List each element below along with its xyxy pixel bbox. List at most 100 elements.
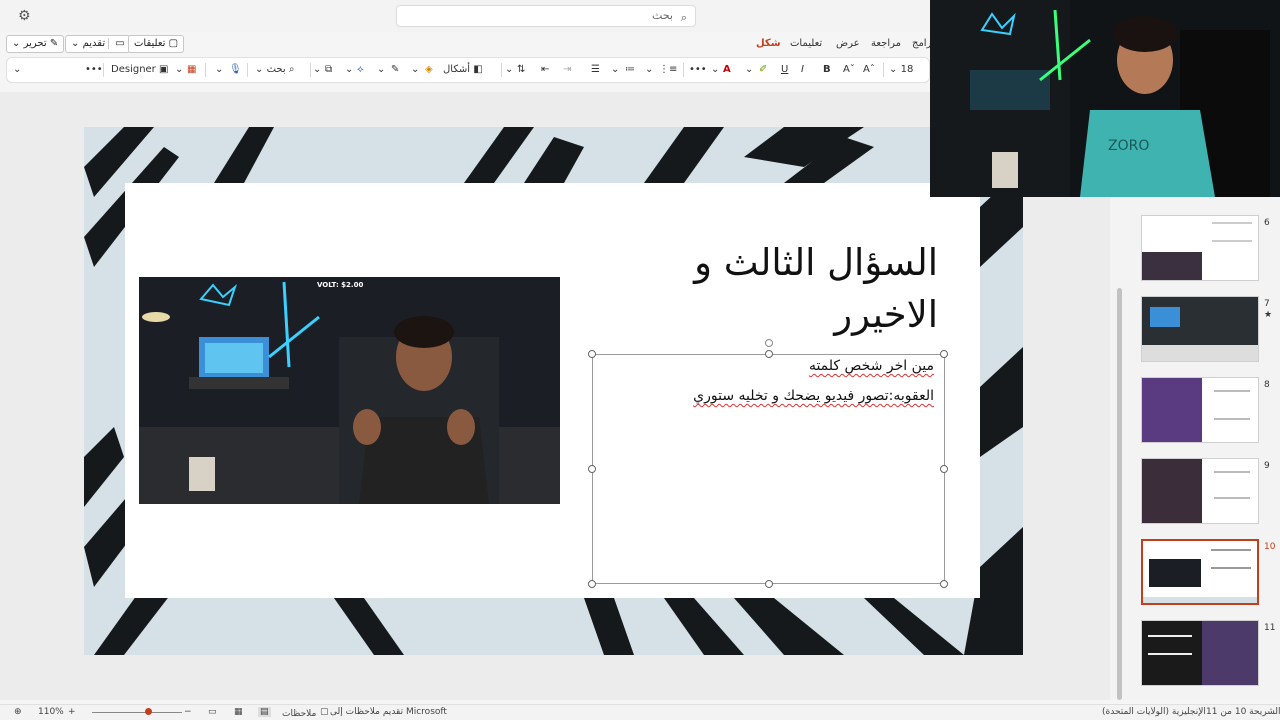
tab-review[interactable]: مراجعة <box>871 38 901 49</box>
align-icon[interactable]: ☰ <box>591 63 600 77</box>
thumbnail-slide-6[interactable] <box>1141 215 1259 281</box>
zoom-slider[interactable] <box>92 712 182 713</box>
chevron-down-icon[interactable]: ⌄ <box>313 63 321 77</box>
gaming-room-image <box>139 277 560 504</box>
search-placeholder: بحث <box>652 9 673 22</box>
presentation-view-icon[interactable]: ▭ <box>208 707 217 717</box>
more-options-icon[interactable]: ••• <box>85 63 103 77</box>
present-button[interactable]: ⌄ تقديم ▭ <box>65 35 131 53</box>
zoom-in-icon[interactable]: + <box>68 707 76 717</box>
numbering-icon[interactable]: ≔ <box>625 63 635 77</box>
chevron-down-icon[interactable]: ⌄ <box>411 63 419 77</box>
resize-handle[interactable] <box>940 465 948 473</box>
designer-button[interactable]: Designer ▣ <box>111 63 168 77</box>
comment-icon: ▢ <box>168 38 179 49</box>
font-color-icon[interactable]: A <box>723 63 731 77</box>
thumbnail-number: 11 <box>1264 623 1276 633</box>
resize-handle[interactable] <box>765 580 773 588</box>
chevron-down-icon[interactable]: ⌄ <box>745 63 753 77</box>
thumbnail-number: 8 <box>1264 380 1270 390</box>
chevron-down-icon[interactable]: ⌄ <box>175 63 183 77</box>
fit-icon[interactable]: ⊕ <box>14 707 22 717</box>
search-input[interactable]: ⌕ بحث <box>396 5 696 27</box>
chevron-down-icon[interactable]: ⌄ <box>377 63 385 77</box>
decrease-indent-icon[interactable]: ⇤ <box>541 63 549 77</box>
slide-counter: الشريحة 10 من 11 <box>1206 707 1280 717</box>
chevron-down-icon[interactable]: ⌄ <box>645 63 653 77</box>
feedback-link[interactable]: تقديم ملاحظات إلى Microsoft <box>330 707 447 717</box>
star-icon: ★ <box>1264 310 1273 320</box>
thumbnail-scrollbar[interactable] <box>1117 288 1122 700</box>
chevron-down-icon[interactable]: ⌄ <box>345 63 353 77</box>
resize-handle[interactable] <box>940 580 948 588</box>
bold-icon[interactable]: B <box>823 63 831 77</box>
resize-handle[interactable] <box>765 350 773 358</box>
microphone-icon[interactable]: 🎙 <box>229 63 242 77</box>
text-direction-icon[interactable]: ⇅ <box>517 63 525 77</box>
zoom-level[interactable]: 110% <box>38 707 64 717</box>
gear-icon[interactable]: ⚙ <box>18 8 34 24</box>
slide-title-line1: السؤال الثالث و <box>694 241 938 284</box>
ribbon-expand-icon[interactable]: ⌄ <box>13 63 21 77</box>
thumbnail-slide-9[interactable] <box>1141 458 1259 524</box>
decrease-font-icon[interactable]: Aˇ <box>843 63 855 77</box>
screen-icon: ▭ <box>115 38 125 49</box>
powerpoint-window: ⚙ ⌕ بحث ⌄ تحرير ✎ ⌄ تقديم ▭ تعليقات ▢ شك… <box>0 0 1280 720</box>
body-line-2: العقوبه:تصور فيديو يضحك و تخليه ستوري <box>693 388 934 404</box>
edit-label: تحرير <box>23 38 47 49</box>
chevron-down-icon[interactable]: ⌄ <box>215 63 223 77</box>
chevron-down-icon[interactable]: ⌄ <box>711 63 719 77</box>
thumbnail-slide-7[interactable] <box>1141 296 1259 362</box>
chevron-down-icon[interactable]: ⌄ <box>505 63 513 77</box>
chevron-down-icon: ⌄ <box>889 64 898 75</box>
language-status[interactable]: الإنجليزية (الولايات المتحدة) <box>1102 707 1206 717</box>
font-size-select[interactable]: ⌄ 18 <box>889 63 913 77</box>
resize-handle[interactable] <box>588 580 596 588</box>
tab-help[interactable]: تعليمات <box>790 38 822 49</box>
italic-icon[interactable]: I <box>801 63 804 77</box>
comments-label: تعليقات <box>134 38 166 49</box>
body-textbox[interactable]: مين اخر شخص كلمته العقوبه:تصور فيديو يضح… <box>588 339 948 588</box>
thumbnail-slide-8[interactable] <box>1141 377 1259 443</box>
thumbnail-number: 10 <box>1264 542 1276 552</box>
slide-title[interactable]: السؤال الثالث و الاخيرر <box>600 237 938 341</box>
feedback-icon: ▢ <box>320 707 329 717</box>
zoom-slider-thumb[interactable] <box>145 708 152 715</box>
increase-indent-icon[interactable]: ⇥ <box>563 63 571 77</box>
edit-mode-button[interactable]: ⌄ تحرير ✎ <box>6 35 65 53</box>
rotate-handle[interactable] <box>765 339 773 347</box>
tab-view[interactable]: عرض <box>836 38 860 49</box>
shape-outline-icon[interactable]: ✎ <box>391 63 399 77</box>
increase-font-icon[interactable]: Aˆ <box>863 63 875 77</box>
thumbnail-slide-11[interactable] <box>1141 620 1259 686</box>
bullets-icon[interactable]: ⋮≡ <box>659 63 677 77</box>
shape-effects-icon[interactable]: ⟡ <box>357 63 364 77</box>
zoom-out-icon[interactable]: − <box>184 707 192 717</box>
slide-sorter-icon[interactable]: ▦ <box>234 707 243 717</box>
more-options-icon[interactable]: ••• <box>689 63 707 77</box>
highlight-icon[interactable]: ✐ <box>759 63 767 77</box>
pencil-icon: ✎ <box>49 38 59 49</box>
thumbnail-number: 9 <box>1264 461 1270 471</box>
designer-icon: ▣ <box>158 64 169 75</box>
thumbnail-slide-10[interactable] <box>1141 539 1259 605</box>
shapes-button[interactable]: أشكال ◧ <box>443 63 483 77</box>
arrange-icon[interactable]: ⧉ <box>325 63 332 77</box>
font-size-value: 18 <box>900 64 914 75</box>
notes-label: ملاحظات <box>282 709 317 719</box>
underline-icon[interactable]: U <box>781 63 788 77</box>
search-ribbon-button[interactable]: ⌄ بحث ⌕ <box>255 63 294 77</box>
addins-icon[interactable]: ▦ <box>187 63 196 77</box>
shape-fill-icon[interactable]: ◈ <box>425 63 433 77</box>
chevron-down-icon[interactable]: ⌄ <box>611 63 619 77</box>
webcam-feed-image: ZORO <box>930 0 1280 197</box>
webcam-overlay: ZORO <box>930 0 1280 197</box>
normal-view-icon[interactable]: ▤ <box>258 707 271 717</box>
comments-button[interactable]: تعليقات ▢ <box>128 35 185 53</box>
resize-handle[interactable] <box>588 465 596 473</box>
chevron-down-icon: ⌄ <box>12 38 21 49</box>
resize-handle[interactable] <box>588 350 596 358</box>
resize-handle[interactable] <box>940 350 948 358</box>
slide-photo[interactable]: VOLT: $2.00 <box>139 277 560 504</box>
tab-shape[interactable]: شكل <box>756 38 781 49</box>
